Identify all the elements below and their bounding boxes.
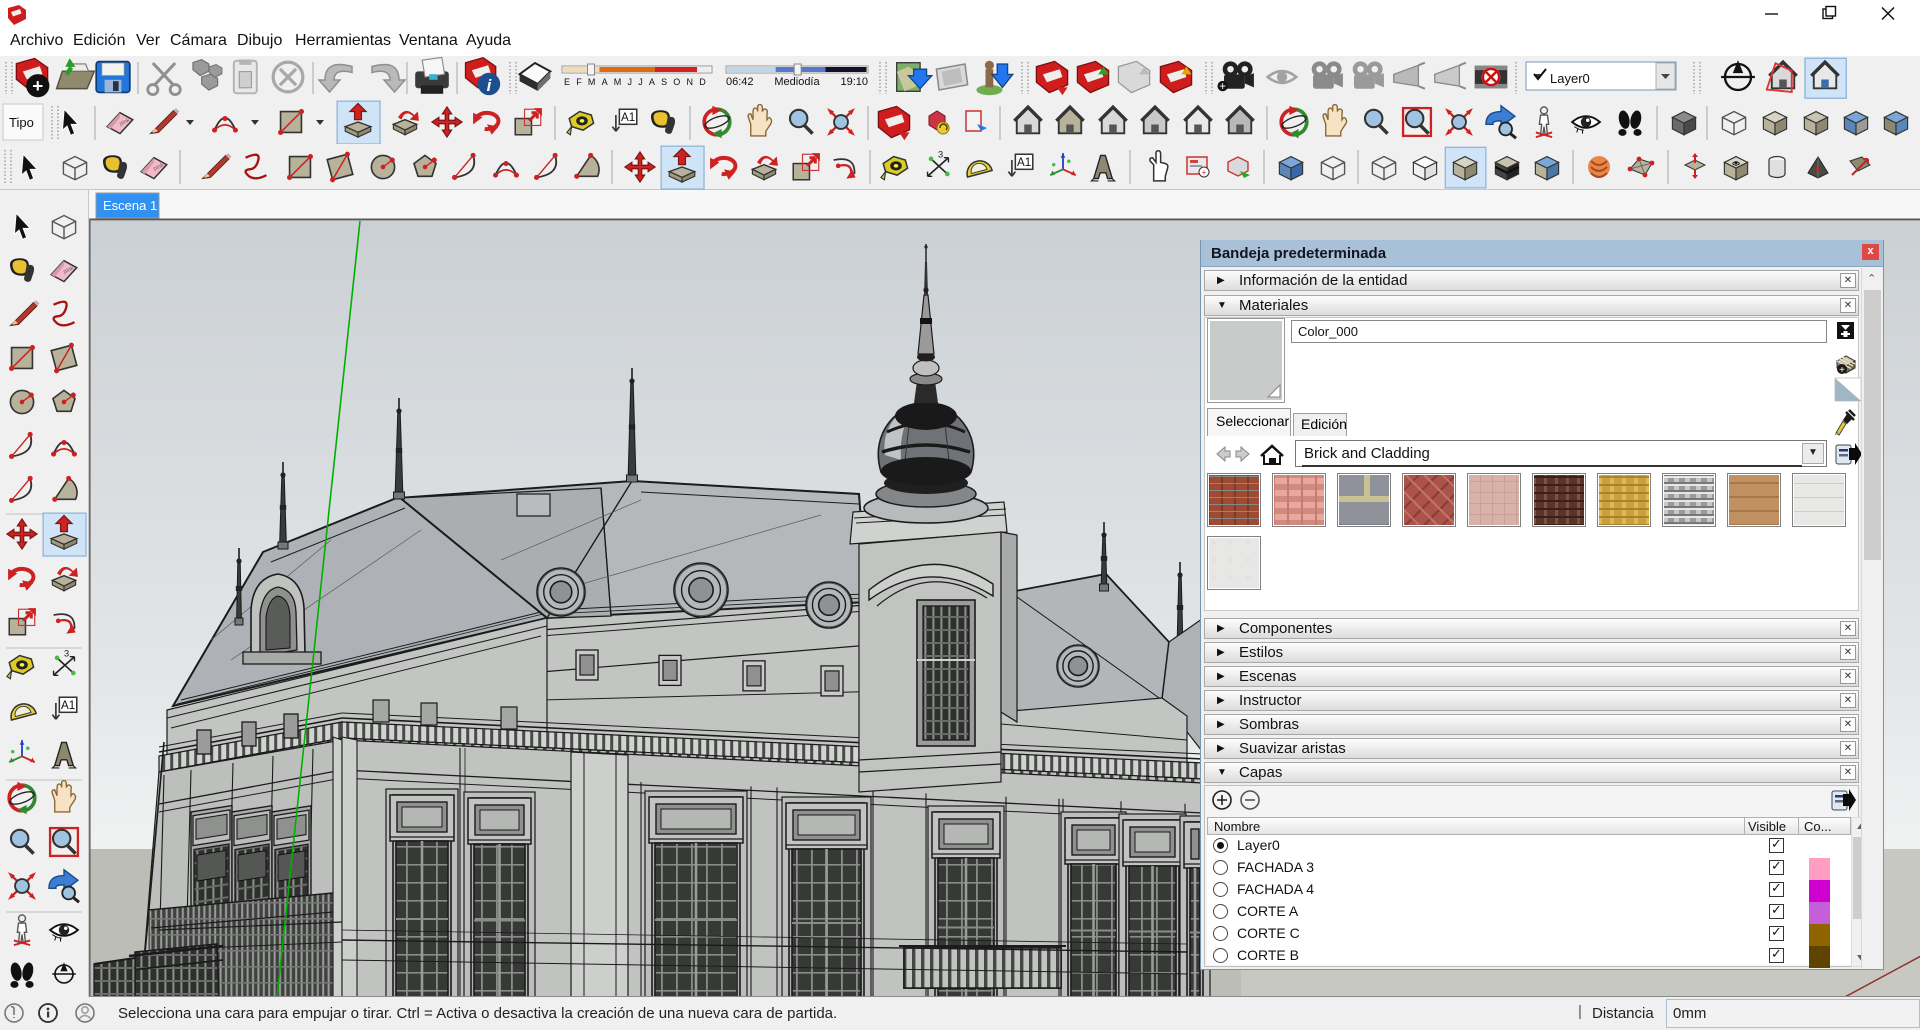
svg-text:Mediodía: Mediodía bbox=[774, 76, 820, 88]
svg-text:+: + bbox=[1219, 80, 1226, 93]
svg-text:i: i bbox=[487, 76, 492, 95]
svg-text:19:10: 19:10 bbox=[840, 76, 868, 88]
svg-text:A1: A1 bbox=[61, 699, 75, 712]
svg-text:3: 3 bbox=[64, 649, 69, 659]
svg-text:A1: A1 bbox=[621, 111, 635, 124]
svg-text:EFMAMJJASOND: EFMAMJJASOND bbox=[564, 77, 712, 87]
svg-text:A1: A1 bbox=[1017, 156, 1031, 169]
svg-text:Escena 1: Escena 1 bbox=[103, 198, 157, 213]
svg-text:06:42: 06:42 bbox=[726, 76, 754, 88]
svg-text:+: + bbox=[1839, 365, 1845, 376]
svg-text:3: 3 bbox=[938, 150, 943, 160]
svg-text:Layer0: Layer0 bbox=[1550, 71, 1590, 86]
svg-text:+: + bbox=[1202, 168, 1207, 177]
